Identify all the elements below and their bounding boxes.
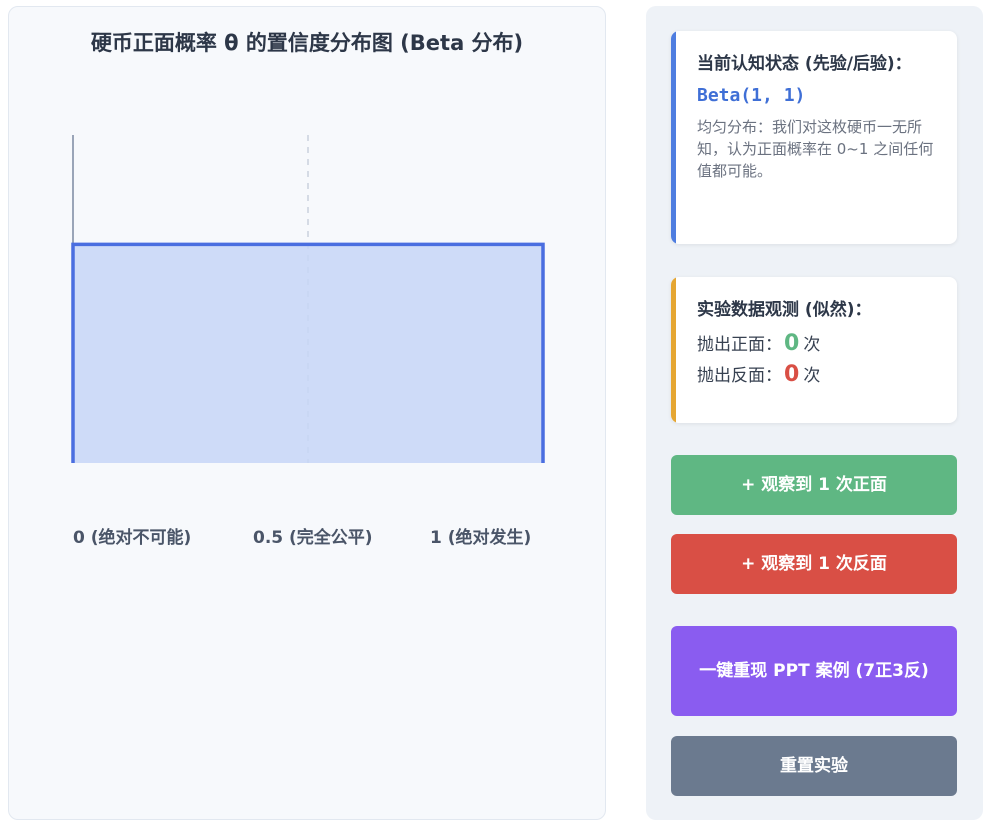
heads-count: 0 xyxy=(784,331,800,356)
beta-distribution-chart xyxy=(71,135,545,463)
reset-experiment-button[interactable]: 重置实验 xyxy=(671,736,957,796)
control-panel: 当前认知状态 (先验/后验)： Beta(1, 1) 均匀分布：我们对这枚硬币一… xyxy=(646,6,983,820)
density-area xyxy=(73,244,543,463)
heads-label: 抛出正面： xyxy=(697,335,782,355)
tails-unit: 次 xyxy=(803,366,821,386)
x-tick-label-0: 0 (绝对不可能) xyxy=(73,528,192,548)
prior-state-card: 当前认知状态 (先验/后验)： Beta(1, 1) 均匀分布：我们对这枚硬币一… xyxy=(671,31,957,244)
observation-card: 实验数据观测 (似然)： 抛出正面：0 次 抛出反面：0 次 xyxy=(671,277,957,423)
chart-panel: 硬币正面概率 θ 的置信度分布图 (Beta 分布) 0 (绝对不可能) 0.5… xyxy=(8,6,606,820)
tails-label: 抛出反面： xyxy=(697,366,782,386)
x-tick-label-1: 1 (绝对发生) xyxy=(430,528,532,548)
add-heads-button[interactable]: + 观察到 1 次正面 xyxy=(671,455,957,515)
beta-formula: Beta(1, 1) xyxy=(697,85,806,106)
x-tick-label-0.5: 0.5 (完全公平) xyxy=(253,528,373,548)
prior-description: 均匀分布：我们对这枚硬币一无所知，认为正面概率在 0~1 之间任何值都可能。 xyxy=(697,118,934,180)
observation-heading: 实验数据观测 (似然)： xyxy=(697,300,872,320)
prior-state-heading: 当前认知状态 (先验/后验)： xyxy=(697,54,912,74)
tails-count: 0 xyxy=(784,362,800,387)
add-tails-button[interactable]: + 观察到 1 次反面 xyxy=(671,534,957,594)
tails-observation: 抛出反面：0 次 xyxy=(697,362,935,389)
load-ppt-case-button[interactable]: 一键重现 PPT 案例 (7正3反) xyxy=(671,626,957,716)
heads-unit: 次 xyxy=(803,335,821,355)
heads-observation: 抛出正面：0 次 xyxy=(697,331,935,358)
